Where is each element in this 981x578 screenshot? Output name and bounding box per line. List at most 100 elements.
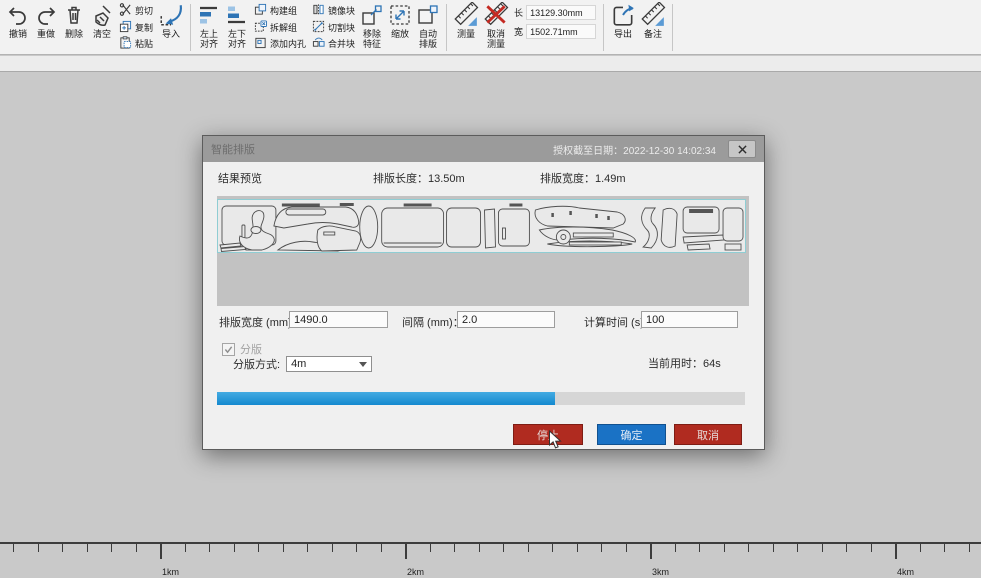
ruler-minor-tick xyxy=(577,544,578,552)
split-method-label: 分版方式: xyxy=(233,356,280,372)
ruler-minor-tick xyxy=(601,544,602,552)
close-icon xyxy=(738,145,747,154)
progress-fill xyxy=(217,392,555,405)
toolbar-group-io: 导出 备注 xyxy=(606,1,670,54)
export-button[interactable]: 导出 xyxy=(610,2,636,39)
width-readout: 宽 1502.71mm xyxy=(514,24,596,39)
ruler-minor-tick xyxy=(13,544,14,552)
ruler-minor-tick xyxy=(724,544,725,552)
ruler-minor-tick xyxy=(185,544,186,552)
ruler-minor-tick xyxy=(479,544,480,552)
ruler-minor-tick xyxy=(920,544,921,552)
remove-feature-button[interactable]: 移除特征 xyxy=(360,2,384,49)
close-button[interactable] xyxy=(728,140,756,158)
toolbar-separator xyxy=(446,4,447,51)
toolbar-substrip xyxy=(0,56,981,72)
copy-button[interactable]: 复制 xyxy=(119,20,153,35)
toolbar-group-edit: 撤销 重做 删除 清空 xyxy=(2,1,188,54)
undo-button[interactable]: 撤销 xyxy=(6,2,30,39)
ruler-minor-tick xyxy=(356,544,357,552)
ruler-minor-tick xyxy=(381,544,382,552)
width-readout-value: 1502.71mm xyxy=(526,24,596,39)
clipboard-stack: 剪切 复制 粘贴 xyxy=(119,3,153,51)
ruler-minor-tick xyxy=(871,544,872,552)
auto-nest-button[interactable]: 自动排版 xyxy=(416,2,440,49)
nest-width-readout: 排版宽度：1.49m xyxy=(540,170,626,186)
redo-button[interactable]: 重做 xyxy=(34,2,58,39)
ruler-major-tick xyxy=(895,544,897,559)
measure-readouts: 长 13129.30mm 宽 1502.71mm xyxy=(514,5,596,39)
length-readout: 长 13129.30mm xyxy=(514,5,596,20)
ruler-minor-tick xyxy=(62,544,63,552)
ruler-minor-tick xyxy=(773,544,774,552)
ruler-minor-tick xyxy=(111,544,112,552)
split-method-dropdown[interactable]: 4m xyxy=(286,356,372,372)
dialog-titlebar[interactable]: 智能排版 授权截至日期：2022-12-30 14:02:34 xyxy=(203,136,764,162)
ruler-label: 1km xyxy=(162,567,179,577)
note-ruler-icon xyxy=(640,2,666,28)
gap-input[interactable] xyxy=(457,311,555,328)
ruler-minor-tick xyxy=(454,544,455,552)
broom-icon xyxy=(90,2,114,28)
cut-button[interactable]: 剪切 xyxy=(119,3,153,18)
ruler-minor-tick xyxy=(332,544,333,552)
toolbar-group-arrange: 左上对齐 左下对齐 构建组 xyxy=(193,1,444,54)
split-checkbox[interactable] xyxy=(222,343,235,356)
ruler-minor-tick xyxy=(283,544,284,552)
measure-button[interactable]: 测量 xyxy=(453,2,479,39)
cancel-measure-button[interactable]: 取消测量 xyxy=(483,2,509,49)
mirror-block-button[interactable]: 镜像块 xyxy=(312,3,355,18)
merge-block-button[interactable]: 合并块 xyxy=(312,36,355,51)
length-readout-label: 长 xyxy=(514,6,523,19)
ungroup-icon xyxy=(254,20,267,35)
redo-icon xyxy=(34,2,58,28)
copy-icon xyxy=(119,20,132,35)
ungroup-button[interactable]: 拆解组 xyxy=(254,20,306,35)
delete-button[interactable]: 删除 xyxy=(62,2,86,39)
nesting-preview[interactable] xyxy=(217,199,746,253)
calc-time-input[interactable] xyxy=(641,311,738,328)
length-readout-value: 13129.30mm xyxy=(526,5,596,20)
trash-icon xyxy=(62,2,86,28)
nesting-preview-drawing xyxy=(218,200,745,252)
ruler-minor-tick xyxy=(136,544,137,552)
cancel-button[interactable]: 取消 xyxy=(674,424,742,445)
group-stack: 构建组 拆解组 添加内孔 xyxy=(254,3,306,51)
progress-bar xyxy=(217,392,745,405)
export-icon xyxy=(610,2,636,28)
mirror-block-icon xyxy=(312,3,325,18)
board-width-input[interactable] xyxy=(289,311,388,328)
ruler-minor-tick xyxy=(430,544,431,552)
ruler-minor-tick xyxy=(552,544,553,552)
remove-feature-icon xyxy=(360,2,384,28)
import-button[interactable]: 导入 xyxy=(158,2,184,39)
smart-nesting-dialog: 智能排版 授权截至日期：2022-12-30 14:02:34 结果预览 排版长… xyxy=(202,135,765,450)
chevron-down-icon xyxy=(359,362,367,367)
ruler-label: 2km xyxy=(407,567,424,577)
align-bottom-left-button[interactable]: 左下对齐 xyxy=(225,2,249,49)
ruler-major-tick xyxy=(650,544,652,559)
build-group-icon xyxy=(254,3,267,18)
align-bottom-left-icon xyxy=(225,2,249,28)
note-button[interactable]: 备注 xyxy=(640,2,666,39)
add-inner-hole-button[interactable]: 添加内孔 xyxy=(254,36,306,51)
ruler-minor-tick xyxy=(699,544,700,552)
parameter-row: 排版宽度 (mm)： 间隔 (mm)： 计算时间 (s)： xyxy=(203,311,764,329)
build-group-button[interactable]: 构建组 xyxy=(254,3,306,18)
ruler-minor-tick xyxy=(258,544,259,552)
paste-icon xyxy=(119,36,132,51)
ruler-baseline xyxy=(0,542,981,544)
cut-block-button[interactable]: 切割块 xyxy=(312,20,355,35)
ruler-minor-tick xyxy=(675,544,676,552)
clear-button[interactable]: 清空 xyxy=(90,2,114,39)
scissors-icon xyxy=(119,3,132,18)
paste-button[interactable]: 粘贴 xyxy=(119,36,153,51)
scale-button[interactable]: 缩放 xyxy=(388,2,412,39)
align-top-left-button[interactable]: 左上对齐 xyxy=(197,2,221,49)
ruler-minor-tick xyxy=(307,544,308,552)
ok-button[interactable]: 确定 xyxy=(597,424,666,445)
result-preview-label: 结果预览 xyxy=(218,170,262,186)
nest-length-readout: 排版长度：13.50m xyxy=(373,170,465,186)
ruler-minor-tick xyxy=(846,544,847,552)
ruler-minor-tick xyxy=(969,544,970,552)
